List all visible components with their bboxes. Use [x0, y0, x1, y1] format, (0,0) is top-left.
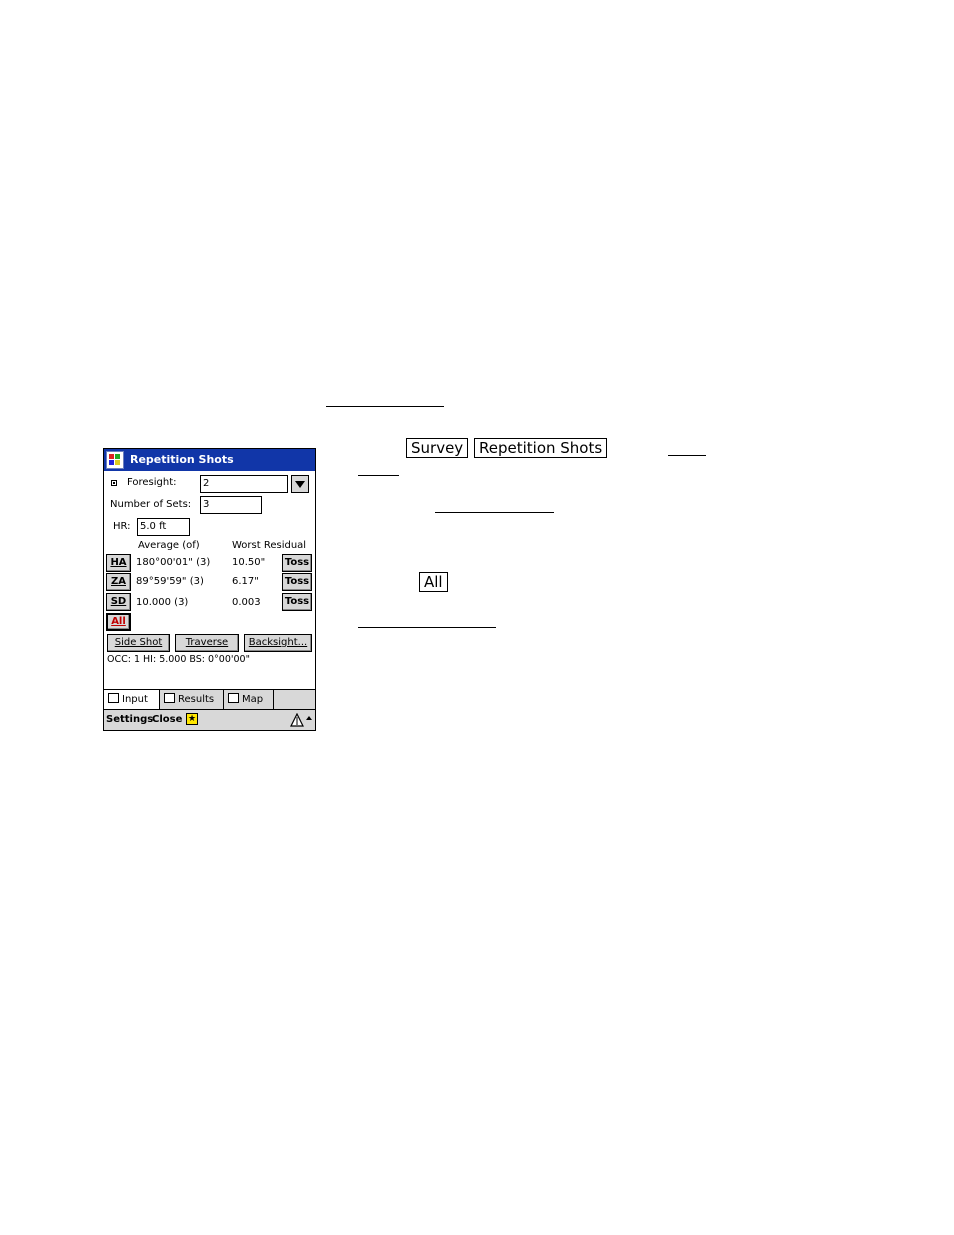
command-bar: Settings Close ★ — [104, 709, 315, 730]
sd-worst-residual: 0.003 — [232, 597, 261, 608]
sets-label: Number of Sets: — [110, 499, 192, 510]
underline-stub — [435, 512, 554, 513]
settings-menu[interactable]: Settings — [106, 714, 153, 725]
za-toss-button[interactable]: Toss — [282, 573, 312, 591]
underline-stub — [358, 475, 399, 476]
sets-field[interactable]: 3 — [200, 496, 262, 514]
hr-field[interactable]: 5.0 ft — [137, 518, 190, 536]
status-line: OCC: 1 HI: 5.000 BS: 0°00'00" — [107, 654, 250, 665]
ha-toss-button[interactable]: Toss — [282, 554, 312, 572]
window-title: Repetition Shots — [130, 453, 234, 466]
worst-residual-column-header: Worst Residual — [232, 540, 307, 551]
results-tab-icon — [164, 693, 175, 703]
foresight-dropdown-button[interactable] — [291, 475, 309, 493]
tab-map[interactable]: Map — [224, 690, 274, 709]
foresight-field[interactable]: 2 — [200, 475, 288, 493]
all-button[interactable]: All — [106, 613, 131, 631]
ha-button[interactable]: HA — [106, 554, 131, 572]
underline-stub — [358, 627, 496, 628]
underline-stub — [668, 455, 706, 456]
average-column-header: Average (of) — [138, 540, 200, 551]
tab-results[interactable]: Results — [160, 690, 224, 709]
sd-average: 10.000 (3) — [136, 597, 189, 608]
map-tab-icon — [228, 693, 239, 703]
pocketpc-window: Repetition Shots Foresight: 2 Number of … — [103, 448, 316, 731]
close-menu[interactable]: Close — [152, 714, 182, 725]
za-average: 89°59'59" (3) — [136, 576, 204, 587]
ha-average: 180°00'01" (3) — [136, 557, 211, 568]
tab-results-label: Results — [178, 694, 215, 705]
side-shot-button[interactable]: Side Shot — [107, 634, 170, 652]
traverse-button[interactable]: Traverse — [175, 634, 239, 652]
star-icon[interactable]: ★ — [186, 713, 198, 725]
repetition-shots-menu-key: Repetition Shots — [474, 438, 608, 458]
backsight-button[interactable]: Backsight... — [244, 634, 312, 652]
survey-menu-key: Survey — [406, 438, 469, 458]
foresight-radio[interactable] — [111, 480, 117, 486]
tab-bar: Input Results Map — [104, 689, 315, 709]
hr-label: HR: — [113, 521, 131, 532]
sd-toss-button[interactable]: Toss — [282, 593, 312, 611]
ha-worst-residual: 10.50" — [232, 557, 266, 568]
tab-input-label: Input — [122, 694, 148, 705]
za-button[interactable]: ZA — [106, 573, 131, 591]
tab-map-label: Map — [242, 694, 264, 705]
za-worst-residual: 6.17" — [232, 576, 259, 587]
input-tab-icon — [108, 693, 119, 703]
title-bar: Repetition Shots — [104, 449, 315, 471]
underline-stub — [326, 406, 444, 407]
all-key: All — [419, 572, 448, 592]
foresight-label: Foresight: — [127, 477, 177, 488]
tab-input[interactable]: Input — [104, 690, 160, 709]
sip-arrow-icon[interactable] — [306, 716, 312, 720]
instrument-icon[interactable] — [290, 713, 304, 727]
sd-button[interactable]: SD — [106, 593, 131, 611]
windows-start-icon[interactable] — [106, 451, 124, 469]
